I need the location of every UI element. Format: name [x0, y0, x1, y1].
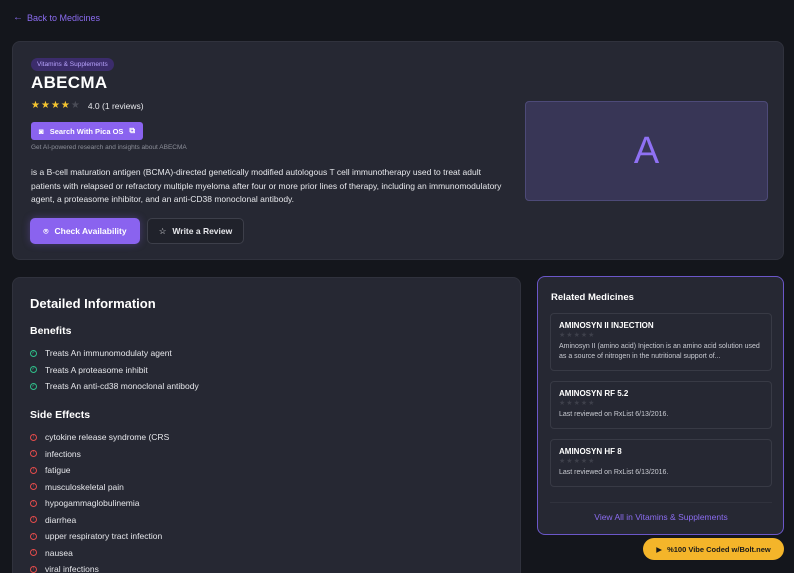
check-availability-button[interactable]: ⌾ Check Availability — [30, 218, 140, 244]
search-with-pica-button[interactable]: ◙ Search With Pica OS ⧉ — [31, 122, 143, 140]
related-medicine-text: Aminosyn II (amino acid) Injection is an… — [559, 343, 760, 360]
benefits-list: ✓ Treats An immunomodulaty agent ✓ Treats … — [30, 345, 500, 395]
related-medicine-card[interactable]: AMINOSYN RF 5.2 ★ ★ ★ ★ ★ Last reviewed on R… — [550, 381, 772, 429]
alert-circle-icon: ! — [30, 433, 37, 441]
camera-icon: ◙ — [38, 126, 44, 136]
alert-circle-icon: ! — [30, 565, 37, 573]
benefit-text: Treats An immunomodulaty agent — [45, 348, 172, 359]
vibe-coded-badge[interactable]: ▶ %100 Vibe Coded w/Bolt.new — [643, 538, 784, 560]
bolt-logo-icon: ▶ — [656, 544, 663, 554]
list-item: ! upper respiratory tract infection — [30, 528, 500, 545]
alert-circle-icon: ! — [30, 549, 37, 557]
related-medicine-text: Last reviewed on RxList 6/13/2016. — [559, 411, 669, 418]
related-medicine-card[interactable]: AMINOSYN HF 8 ★ ★ ★ ★ ★ Last reviewed on RxL… — [550, 439, 772, 487]
side-effect-text: cytokine release syndrome (CRS — [45, 432, 170, 443]
list-item: ✓ Treats An anti-cd38 monoclonal antibody — [30, 378, 500, 395]
pica-button-label: Search With Pica OS — [49, 126, 124, 136]
list-item: ! cytokine release syndrome (CRS — [30, 429, 500, 446]
rating-text: 4.0 (1 reviews) — [87, 101, 144, 111]
back-to-medicines-link[interactable]: ← Back to Medicines — [13, 12, 100, 23]
list-item: ✓ Treats An immunomodulaty agent — [30, 345, 500, 362]
map-pin-icon: ⌾ — [43, 225, 49, 236]
side-effect-text: musculoskeletal pain — [45, 481, 124, 492]
check-circle-icon: ✓ — [30, 349, 37, 357]
related-medicine-name: AMINOSYN RF 5.2 — [559, 389, 629, 398]
rating-stars: ★ ★ ★ ★ ★ — [559, 458, 595, 465]
list-item: ! fatigue — [30, 462, 500, 479]
star-empty-icon: ★ — [70, 100, 80, 111]
list-item: ! hypogammaglobulinemia — [30, 495, 500, 512]
star-icon: ★ — [60, 100, 70, 111]
details-title: Detailed Information — [30, 296, 156, 311]
side-effect-text: nausea — [45, 547, 73, 558]
related-medicine-name: AMINOSYN HF 8 — [559, 447, 622, 456]
side-effect-text: diarrhea — [45, 514, 77, 525]
write-review-label: Write a Review — [172, 226, 233, 236]
product-hero-card: Vitamins & Supplements ABECMA ★ ★ ★ ★ ★ … — [12, 41, 784, 260]
alert-circle-icon: ! — [30, 532, 37, 540]
alert-circle-icon: ! — [30, 483, 37, 491]
star-outline-icon: ☆ — [158, 225, 167, 236]
check-circle-icon: ✓ — [30, 366, 37, 374]
side-effects-list: ! cytokine release syndrome (CRS ! infecti… — [30, 429, 500, 573]
side-effect-text: infections — [45, 448, 81, 459]
category-badge: Vitamins & Supplements — [31, 58, 114, 71]
alert-circle-icon: ! — [30, 516, 37, 524]
external-link-icon: ⧉ — [129, 126, 136, 135]
product-description: is a B-cell maturation antigen (BCMA)-di… — [31, 167, 502, 204]
rating-row: ★ ★ ★ ★ ★ 4.0 (1 reviews) — [31, 101, 144, 112]
alert-circle-icon: ! — [30, 499, 37, 507]
back-link-label: Back to Medicines — [27, 12, 101, 23]
write-review-button[interactable]: ☆ Write a Review — [147, 218, 244, 244]
list-item: ! diarrhea — [30, 512, 500, 529]
rating-stars: ★ ★ ★ ★ ★ — [559, 400, 595, 407]
detailed-information-card: Detailed Information Benefits ✓ Treats An… — [12, 277, 521, 573]
benefit-text: Treats An anti-cd38 monoclonal antibody — [45, 381, 199, 392]
related-title: Related Medicines — [551, 292, 634, 303]
side-effect-text: hypogammaglobulinemia — [45, 498, 140, 509]
pica-note: Get AI-powered research and insights abo… — [31, 144, 187, 151]
arrow-left-icon: ← — [13, 12, 23, 23]
product-image-placeholder: A — [525, 101, 768, 201]
alert-circle-icon: ! — [30, 466, 37, 474]
list-item: ✓ Treats A proteasome inhibit — [30, 362, 500, 379]
view-all-link[interactable]: View All in Vitamins & Supplements — [550, 502, 772, 522]
side-effect-text: viral infections — [45, 564, 99, 573]
side-effect-text: fatigue — [45, 465, 71, 476]
vibe-badge-label: %100 Vibe Coded w/Bolt.new — [667, 544, 771, 554]
list-item: ! infections — [30, 446, 500, 463]
star-icon: ★ — [40, 100, 50, 111]
rating-stars: ★ ★ ★ ★ ★ — [559, 332, 595, 339]
related-medicine-text: Last reviewed on RxList 6/13/2016. — [559, 469, 669, 476]
related-medicine-name: AMINOSYN II INJECTION — [559, 321, 654, 330]
rating-stars: ★ ★ ★ ★ ★ — [31, 101, 80, 111]
check-circle-icon: ✓ — [30, 382, 37, 390]
related-medicines-card: Related Medicines AMINOSYN II INJECTION … — [537, 276, 784, 535]
benefit-text: Treats A proteasome inhibit — [45, 364, 148, 375]
check-availability-label: Check Availability — [54, 226, 127, 236]
list-item: ! viral infections — [30, 561, 500, 573]
star-icon: ★ — [31, 100, 40, 111]
related-medicine-card[interactable]: AMINOSYN II INJECTION ★ ★ ★ ★ ★ Aminosyn II … — [550, 313, 772, 371]
benefits-heading: Benefits — [30, 325, 72, 337]
alert-circle-icon: ! — [30, 450, 37, 458]
list-item: ! musculoskeletal pain — [30, 479, 500, 496]
star-icon: ★ — [50, 100, 60, 111]
product-title: ABECMA — [31, 73, 108, 92]
list-item: ! nausea — [30, 545, 500, 562]
product-initial: A — [633, 129, 660, 172]
side-effect-text: upper respiratory tract infection — [45, 531, 163, 542]
side-effects-heading: Side Effects — [30, 409, 91, 421]
